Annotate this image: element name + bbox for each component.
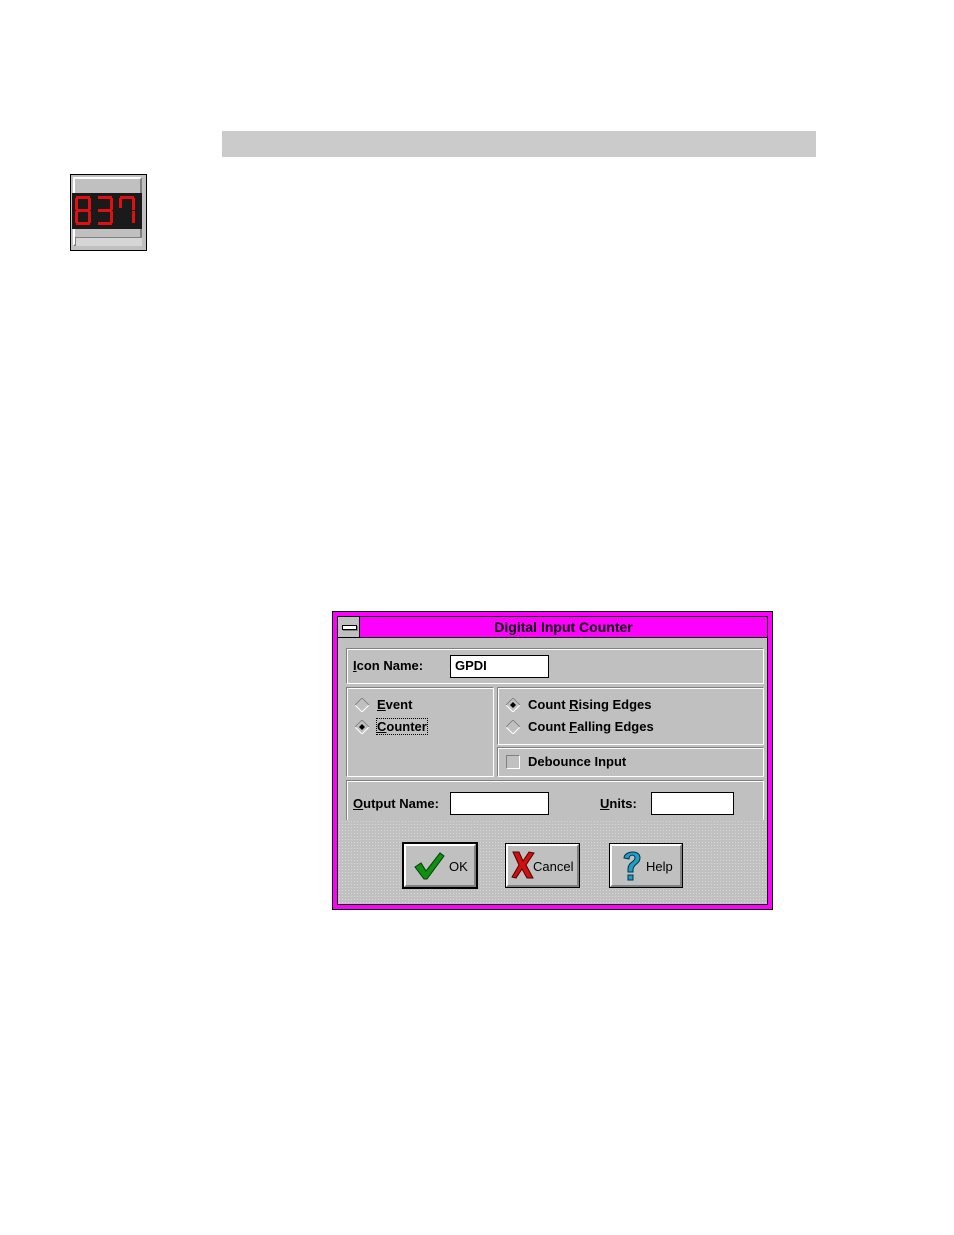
icon-name-input[interactable]: GPDI (450, 655, 549, 678)
counter-label: Counter (376, 718, 428, 735)
icon-name-panel: Icon Name: GPDI (346, 648, 764, 684)
counter-digits (72, 193, 142, 229)
edge-panel: Count Rising Edges Count Falling Edges (497, 687, 764, 745)
seven-segment-counter-icon (70, 174, 147, 251)
output-name-input[interactable] (450, 792, 549, 815)
help-button-label: Help (646, 859, 673, 874)
cancel-button-label: Cancel (533, 859, 574, 874)
output-name-label: Output Name: (353, 796, 439, 811)
debounce-input-checkbox[interactable] (506, 755, 520, 769)
counter-radio[interactable] (355, 720, 369, 734)
checkmark-icon (414, 852, 445, 880)
digital-input-counter-dialog: Digital Input Counter Icon Name: GPDI Ev… (332, 611, 773, 910)
system-menu-icon (342, 625, 357, 630)
units-label: Units: (600, 796, 637, 811)
header-rule-bar (222, 131, 816, 157)
title-bar[interactable]: Digital Input Counter (338, 617, 767, 638)
debounce-input-label: Debounce Input (528, 754, 627, 769)
mode-panel: Event Counter (346, 687, 494, 777)
event-label: Event (377, 697, 413, 712)
count-falling-edges-label: Count Falling Edges (528, 719, 654, 734)
event-radio[interactable] (355, 698, 369, 712)
count-falling-edges-radio[interactable] (506, 720, 520, 734)
ok-button[interactable]: OK (402, 842, 478, 889)
count-rising-edges-radio[interactable] (506, 698, 520, 712)
count-rising-edges-label: Count Rising Edges (528, 697, 652, 712)
cancel-button[interactable]: Cancel (505, 843, 580, 888)
units-input[interactable] (651, 792, 734, 815)
ok-button-label: OK (449, 859, 468, 874)
icon-name-label: Icon Name: (353, 658, 424, 673)
question-mark-icon (623, 851, 641, 881)
debounce-panel: Debounce Input (497, 747, 764, 777)
dialog-title: Digital Input Counter (494, 619, 633, 635)
system-menu-button[interactable] (338, 617, 360, 637)
help-button[interactable]: Help (609, 843, 683, 888)
dialog-frame: Digital Input Counter Icon Name: GPDI Ev… (337, 616, 768, 905)
